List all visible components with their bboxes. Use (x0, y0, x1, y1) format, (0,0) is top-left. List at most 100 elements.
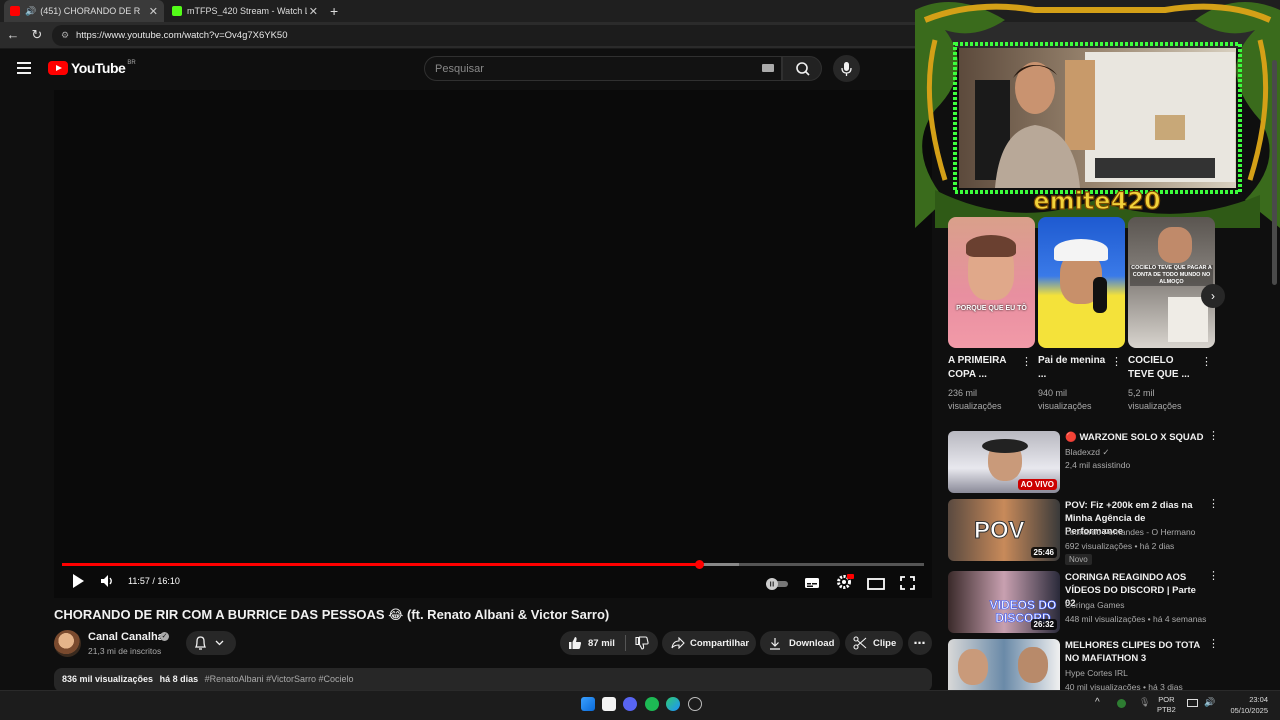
volume-icon[interactable] (100, 572, 114, 590)
hashtags[interactable]: #RenatoAlbani #VictorSarro #Cocielo (205, 674, 354, 684)
url-field[interactable]: ⚙ https://www.youtube.com/watch?v=Ov4g7X… (52, 25, 932, 46)
recommendation-item[interactable]: VIDEOS DO DISCORD 26:32 CORINGA REAGINDO… (948, 571, 1219, 633)
speaker-icon[interactable]: 🔊 (25, 6, 36, 17)
reload-icon[interactable]: ↻ (29, 27, 45, 43)
menu-icon[interactable] (17, 62, 31, 74)
keyboard-icon[interactable] (762, 64, 774, 72)
chevron-up-icon[interactable]: ^ (1095, 697, 1100, 708)
scrubber-handle[interactable] (695, 560, 705, 569)
more-vert-icon[interactable]: ⋮ (1208, 431, 1219, 442)
like-divider (624, 635, 626, 651)
search-button[interactable] (782, 56, 822, 81)
shorts-next-button[interactable]: › (1201, 284, 1225, 308)
clock-time: 23:04 (1249, 695, 1268, 704)
video-player[interactable] (54, 90, 932, 598)
short-card[interactable]: PORQUE QUE EU TÔ A PRIMEIRA COPA ... 236… (948, 217, 1035, 411)
back-icon[interactable]: ← (5, 27, 21, 43)
bell-icon (194, 636, 224, 650)
tab-kick[interactable]: mTFPS_420 Stream - Watch Live ✕ (166, 0, 324, 22)
logo-text: YouTube (71, 60, 126, 76)
close-tab-icon[interactable]: ✕ (309, 5, 318, 18)
youtube-logo[interactable]: YouTube BR (48, 60, 136, 76)
more-vert-icon[interactable]: ⋮ (1201, 357, 1212, 368)
channel-name[interactable]: Canal Canalha (88, 631, 164, 643)
play-icon[interactable] (70, 572, 86, 590)
recommendation-item[interactable]: POV 25:46 POV: Fiz +200k em 2 dias na Mi… (948, 499, 1219, 565)
video-title[interactable]: MELHORES CLIPES DO TOTA NO MAFIATHON 3 (1065, 639, 1205, 665)
edge-browser-icon[interactable] (666, 697, 680, 711)
description-box[interactable]: 836 mil visualizações há 8 dias #RenatoA… (54, 668, 932, 692)
short-thumbnail[interactable]: PORQUE QUE EU TÔ (948, 217, 1035, 348)
duration-badge: 26:32 (1030, 619, 1057, 630)
spotify-icon[interactable] (645, 697, 659, 711)
video-thumbnail[interactable]: AO VIVO (948, 431, 1060, 493)
windows-taskbar (0, 690, 1280, 720)
short-title[interactable]: Pai de menina ... (1038, 354, 1110, 382)
language-indicator[interactable]: POR PTB2 (1157, 695, 1176, 715)
windows-start-icon[interactable] (581, 697, 595, 711)
system-clock[interactable]: 23:04 05/10/2025 (1226, 694, 1268, 716)
short-card[interactable]: Pai de menina ... 940 mil visualizações … (1038, 217, 1125, 411)
clip-label: Clipe (873, 637, 897, 649)
page-scrollbar[interactable] (1272, 60, 1277, 285)
short-title[interactable]: A PRIMEIRA COPA ... (948, 354, 1020, 382)
new-tab-icon[interactable]: + (330, 3, 338, 19)
share-button[interactable]: Compartilhar (662, 631, 756, 655)
more-vert-icon[interactable]: ⋮ (1208, 639, 1218, 650)
settings-gear-icon[interactable] (836, 572, 854, 590)
speaker-tray-icon[interactable]: 🔊 (1204, 697, 1215, 708)
channel-name[interactable]: Coringa Games (1065, 600, 1215, 610)
more-actions-button[interactable]: ⋯ (908, 631, 932, 655)
clip-button[interactable]: Clipe (845, 631, 903, 655)
video-title: CHORANDO DE RIR COM A BURRICE DAS PESSOA… (54, 607, 610, 622)
video-title[interactable]: 🔴 WARZONE SOLO X SQUAD (1065, 431, 1205, 444)
channel-name[interactable]: Leonardo Fernandes - O Hermano (1065, 527, 1215, 537)
close-tab-icon[interactable]: ✕ (149, 5, 158, 18)
more-vert-icon[interactable]: ⋮ (1208, 571, 1219, 582)
autoplay-toggle[interactable] (766, 575, 788, 593)
short-title[interactable]: COCIELO TEVE QUE ... (1128, 354, 1200, 382)
time-display: 11:57 / 16:10 (128, 576, 180, 586)
channel-avatar[interactable] (54, 630, 81, 657)
video-thumbnail[interactable] (948, 639, 1060, 690)
epic-games-icon[interactable] (602, 697, 616, 711)
streamer-name-text: emite420 (1033, 187, 1160, 215)
theater-mode-icon[interactable] (867, 575, 885, 593)
like-dislike-group: 87 mil (560, 631, 658, 655)
monitor-tray-icon[interactable] (1187, 699, 1198, 707)
site-info-icon[interactable]: ⚙ (61, 25, 69, 46)
dislike-icon[interactable] (635, 636, 649, 650)
notification-bell-button[interactable] (186, 631, 236, 655)
video-thumbnail[interactable]: POV 25:46 (948, 499, 1060, 561)
recommendation-item[interactable]: MELHORES CLIPES DO TOTA NO MAFIATHON 3 H… (948, 639, 1218, 690)
share-label: Compartilhar (690, 637, 750, 649)
short-thumbnail[interactable] (1038, 217, 1125, 348)
download-button[interactable]: Download (760, 631, 840, 655)
search-input[interactable] (425, 57, 745, 80)
youtube-favicon-icon (10, 6, 20, 16)
video-meta: 692 visualizações • há 2 dias (1065, 541, 1175, 551)
network-tray-icon[interactable] (1117, 699, 1126, 708)
microphone-tray-icon[interactable]: 🎙 (1139, 697, 1150, 708)
subtitles-icon[interactable] (804, 574, 820, 592)
short-thumbnail[interactable]: COCIELO TEVE QUE PAGAR A CONTA DE TODO M… (1128, 217, 1215, 348)
channel-name[interactable]: Bladexzd ✓ (1065, 447, 1215, 458)
voice-search-button[interactable] (833, 55, 860, 82)
settings-gear-icon[interactable] (688, 697, 702, 711)
like-icon[interactable] (568, 636, 582, 650)
stream-webcam-overlay[interactable]: emite420 (915, 0, 1280, 228)
channel-name[interactable]: Hype Cortes IRL (1065, 668, 1215, 678)
discord-icon[interactable] (623, 697, 637, 711)
video-thumbnail[interactable]: VIDEOS DO DISCORD 26:32 (948, 571, 1060, 633)
tab-youtube[interactable]: 🔊 (451) CHORANDO DE RIR CO ✕ (4, 0, 164, 22)
more-vert-icon[interactable]: ⋮ (1111, 357, 1122, 368)
more-vert-icon[interactable]: ⋮ (1021, 357, 1032, 368)
country-code: BR (127, 60, 136, 66)
more-vert-icon[interactable]: ⋮ (1208, 499, 1219, 510)
scissors-icon (853, 636, 867, 650)
fullscreen-icon[interactable] (900, 574, 915, 592)
progress-bar[interactable] (62, 560, 924, 569)
short-card[interactable]: COCIELO TEVE QUE PAGAR A CONTA DE TODO M… (1128, 217, 1215, 411)
recommendation-item[interactable]: AO VIVO 🔴 WARZONE SOLO X SQUAD Bladexzd … (948, 431, 1219, 493)
like-count[interactable]: 87 mil (588, 638, 615, 649)
